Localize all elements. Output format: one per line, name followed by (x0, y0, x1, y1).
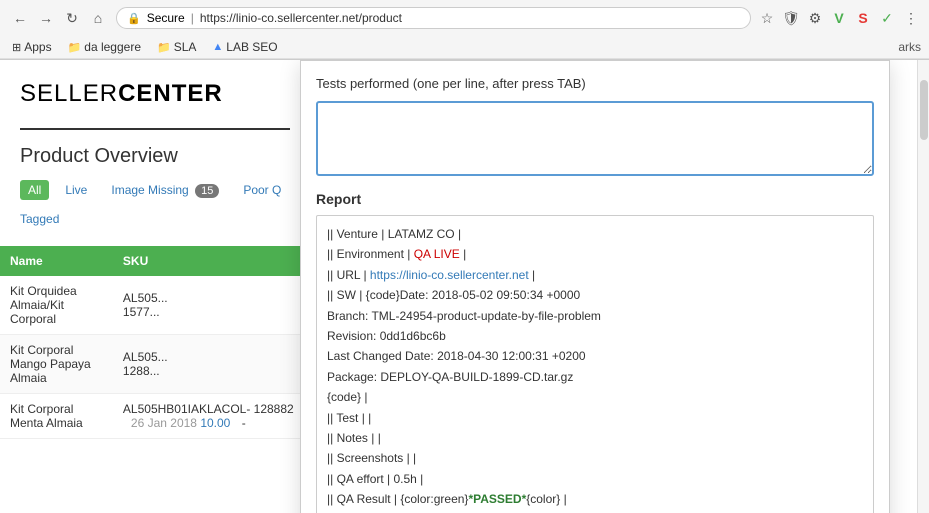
report-content: || Venture | LATAMZ CO | || Environment … (316, 215, 874, 513)
qa-result-value: *PASSED* (468, 492, 526, 506)
logo-divider (20, 128, 290, 130)
refresh-button[interactable]: ↻ (60, 6, 84, 30)
product-sku-3: AL505HB01IAKLACOL- 128882 26 Jan 2018 10… (113, 394, 310, 439)
filter-tagged[interactable]: Tagged (20, 212, 290, 226)
report-line-8: {code} | (327, 387, 863, 407)
secure-icon: 🔒 (127, 12, 141, 25)
product-name-2: Kit Corporal Mango Papaya Almaia (0, 335, 113, 394)
report-line-4: Branch: TML-24954-product-update-by-file… (327, 306, 863, 326)
report-line-6: Last Changed Date: 2018-04-30 12:00:31 +… (327, 346, 863, 366)
report-line-1: || Environment | QA LIVE | (327, 244, 863, 264)
home-button[interactable]: ⌂ (86, 6, 110, 30)
logo-bold: CENTER (118, 80, 223, 107)
browser-toolbar: ← → ↻ ⌂ 🔒 Secure | https://linio-co.sell… (0, 0, 929, 36)
report-line-5: Revision: 0dd1d6bc6b (327, 326, 863, 346)
brand-icon-s[interactable]: S (853, 8, 873, 28)
report-line-13: || QA Result | {color:green}*PASSED*{col… (327, 489, 863, 509)
table-row: Kit Corporal Menta Almaia AL505HB01IAKLA… (0, 394, 310, 439)
shield-icon[interactable]: 🛡 (781, 8, 801, 28)
modal-tests-label: Tests performed (one per line, after pre… (316, 76, 874, 91)
bookmark-lab-seo[interactable]: ▲ LAB SEO (208, 38, 281, 56)
check-icon[interactable]: ✓ (877, 8, 897, 28)
product-sku-2: AL505...1288... (113, 335, 310, 394)
bookmark-apps[interactable]: ⊞ Apps (8, 38, 56, 56)
menu-icon[interactable]: ⋮ (901, 8, 921, 28)
extensions-icon[interactable]: ⚙ (805, 8, 825, 28)
filter-image-missing-badge: 15 (195, 184, 219, 198)
address-bar[interactable]: 🔒 Secure | https://linio-co.sellercenter… (116, 7, 751, 29)
toolbar-right: ☆ 🛡 ⚙ V S ✓ ⋮ (757, 8, 921, 28)
bookmark-sla[interactable]: 📁 SLA (153, 38, 200, 56)
page-content: SELLERCENTER Product Overview All Live I… (0, 60, 929, 513)
table-row: Kit Orquidea Almaia/Kit Corporal AL505..… (0, 276, 310, 335)
sku-text: AL505HB01IAKLACOL- 128882 (123, 402, 294, 416)
tests-textarea[interactable] (316, 101, 874, 176)
report-line-0: || Venture | LATAMZ CO | (327, 224, 863, 244)
secure-label: Secure (147, 11, 185, 25)
seller-logo: SELLERCENTER (20, 80, 290, 108)
bookmarks-overflow[interactable]: arks (898, 40, 921, 54)
star-icon[interactable]: ☆ (757, 8, 777, 28)
url-text: https://linio-co.sellercenter.net/produc… (200, 11, 402, 25)
product-name-3: Kit Corporal Menta Almaia (0, 394, 113, 439)
seller-header: SELLERCENTER Product Overview All Live I… (0, 60, 310, 246)
forward-button[interactable]: → (34, 6, 58, 30)
dash-text: - (242, 416, 246, 430)
product-name-1: Kit Orquidea Almaia/Kit Corporal (0, 276, 113, 335)
filter-all[interactable]: All (20, 180, 49, 200)
bookmark-sla-label: SLA (174, 40, 197, 54)
report-line-10: || Notes | | (327, 428, 863, 448)
col-sku: SKU (113, 246, 310, 276)
report-line-9: || Test | | (327, 408, 863, 428)
bookmark-apps-label: Apps (24, 40, 51, 54)
nav-buttons: ← → ↻ ⌂ (8, 6, 110, 30)
browser-chrome: ← → ↻ ⌂ 🔒 Secure | https://linio-co.sell… (0, 0, 929, 60)
brand-icon-v[interactable]: V (829, 8, 849, 28)
env-value: QA LIVE (414, 247, 460, 261)
logo-light: SELLER (20, 80, 118, 107)
url-value: https://linio-co.sellercenter.net (370, 268, 529, 282)
apps-grid-icon: ⊞ (12, 41, 21, 54)
filter-tabs: All Live Image Missing 15 Poor Q (20, 180, 290, 200)
col-name: Name (0, 246, 113, 276)
report-line-2: || URL | https://linio-co.sellercenter.n… (327, 265, 863, 285)
bookmarks-bar: ⊞ Apps 📁 da leggere 📁 SLA ▲ LAB SEO arks (0, 36, 929, 59)
modal-overlay: Tests performed (one per line, after pre… (300, 60, 890, 513)
report-line-7: Package: DEPLOY-QA-BUILD-1899-CD.tar.gz (327, 367, 863, 387)
filter-live[interactable]: Live (57, 180, 95, 200)
seller-ui: SELLERCENTER Product Overview All Live I… (0, 60, 310, 513)
bookmark-da-leggere-label: da leggere (84, 40, 141, 54)
filter-image-missing[interactable]: Image Missing 15 (103, 180, 227, 200)
report-line-3: || SW | {code}Date: 2018-05-02 09:50:34 … (327, 285, 863, 305)
report-label: Report (316, 191, 874, 207)
product-table: Name SKU Kit Orquidea Almaia/Kit Corpora… (0, 246, 310, 439)
drive-icon: ▲ (212, 41, 223, 53)
price-link[interactable]: 10.00 (200, 416, 230, 430)
back-button[interactable]: ← (8, 6, 32, 30)
folder-icon-1: 📁 (68, 41, 82, 54)
scrollbar-thumb[interactable] (920, 80, 928, 140)
product-sku-1: AL505...1577... (113, 276, 310, 335)
filter-image-missing-label: Image Missing (111, 183, 188, 197)
report-line-12: || QA effort | 0.5h | (327, 469, 863, 489)
table-header-row: Name SKU (0, 246, 310, 276)
bookmark-lab-seo-label: LAB SEO (226, 40, 277, 54)
table-row: Kit Corporal Mango Papaya Almaia AL505..… (0, 335, 310, 394)
page-title: Product Overview (20, 145, 290, 168)
scrollbar[interactable] (917, 60, 929, 513)
date-text: 26 Jan 2018 (131, 416, 197, 430)
filter-poor-q[interactable]: Poor Q (235, 180, 289, 200)
bookmark-da-leggere[interactable]: 📁 da leggere (64, 38, 145, 56)
folder-icon-2: 📁 (157, 41, 171, 54)
report-line-11: || Screenshots | | (327, 448, 863, 468)
